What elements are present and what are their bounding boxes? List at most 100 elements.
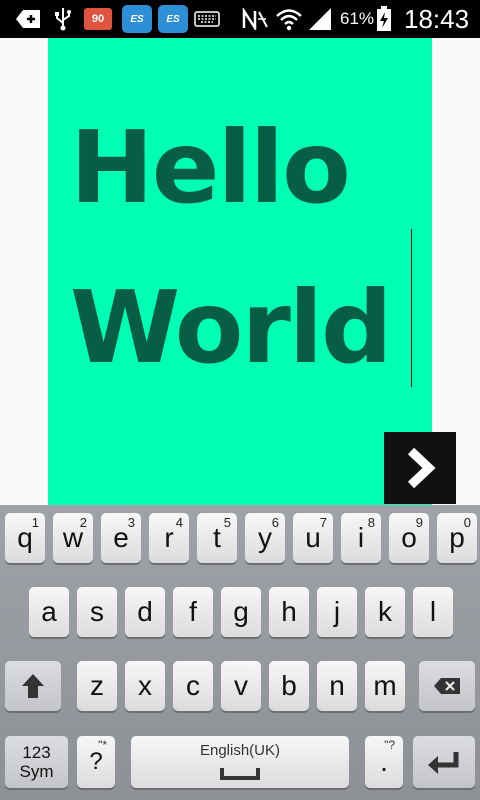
key-number-hint: 1: [31, 515, 39, 530]
space-language-label: English(UK): [199, 742, 281, 759]
add-icon: [14, 6, 42, 32]
key-o[interactable]: o9: [389, 513, 429, 563]
enter-key[interactable]: [413, 736, 475, 788]
space-icon: [220, 768, 260, 780]
key-x[interactable]: x: [125, 661, 165, 711]
key-number-hint: 9: [415, 515, 423, 530]
key-l[interactable]: l: [413, 587, 453, 637]
key-p[interactable]: p0: [437, 513, 477, 563]
key-d[interactable]: d: [125, 587, 165, 637]
key-label: h: [281, 596, 297, 627]
question-key-hint: "*: [98, 738, 107, 752]
symbols-key[interactable]: 123 Sym: [5, 736, 68, 788]
key-s[interactable]: s: [77, 587, 117, 637]
key-label: j: [333, 596, 341, 627]
question-key[interactable]: "*?: [77, 736, 115, 788]
battery-percent: 61%: [340, 9, 375, 28]
soft-keyboard: q 1 w 2 e 3 r 4 t 5 y 6 u 7 i 8 o 9 p 0 a s d f g h j k l z x c v b n m 123 S…: [0, 505, 480, 800]
sym-label-2: Sym: [19, 762, 54, 781]
text-line-1: Hello: [70, 109, 351, 226]
hello-world-text[interactable]: Hello World: [70, 88, 430, 408]
key-h[interactable]: h: [269, 587, 309, 637]
key-label: x: [138, 670, 152, 701]
key-label: a: [41, 596, 57, 627]
key-label: g: [233, 596, 249, 627]
key-c[interactable]: c: [173, 661, 213, 711]
key-n[interactable]: n: [317, 661, 357, 711]
key-label: t: [213, 522, 221, 553]
key-label: b: [281, 670, 297, 701]
sym-label-1: 123: [22, 743, 51, 762]
key-r[interactable]: r4: [149, 513, 189, 563]
signal-icon: [306, 6, 334, 32]
key-label: v: [234, 670, 248, 701]
usb-icon: [52, 6, 74, 32]
key-label: y: [258, 522, 272, 553]
chevron-right-icon: [407, 447, 436, 489]
key-label: l: [429, 596, 437, 627]
key-number-hint: 8: [367, 515, 375, 530]
key-label: q: [17, 522, 33, 553]
key-label: n: [329, 670, 345, 701]
key-v[interactable]: v: [221, 661, 261, 711]
shift-icon: [22, 674, 44, 698]
status-bar: 90 ES ES 61% 18:43: [0, 0, 480, 38]
period-key-hint: "?: [384, 738, 395, 752]
key-g[interactable]: g: [221, 587, 261, 637]
key-k[interactable]: k: [365, 587, 405, 637]
wifi-icon: [274, 6, 304, 32]
key-b[interactable]: b: [269, 661, 309, 711]
key-number-hint: 5: [223, 515, 231, 530]
key-number-hint: 2: [79, 515, 87, 530]
key-label: i: [357, 522, 365, 553]
text-line-2: World: [70, 269, 393, 386]
key-label: m: [373, 670, 397, 701]
space-key[interactable]: English(UK): [131, 736, 349, 788]
key-label: s: [90, 596, 104, 627]
clock: 18:43: [404, 4, 470, 34]
key-number-hint: 6: [271, 515, 279, 530]
key-number-hint: 0: [463, 515, 471, 530]
key-number-hint: 3: [127, 515, 135, 530]
key-label: k: [378, 596, 392, 627]
text-cursor: [411, 229, 412, 387]
key-label: f: [189, 596, 197, 627]
key-label: e: [113, 522, 129, 553]
key-label: ?: [89, 748, 103, 775]
key-label: p: [449, 522, 465, 553]
key-w[interactable]: w2: [53, 513, 93, 563]
backspace-key[interactable]: [419, 661, 475, 711]
key-label: z: [90, 670, 104, 701]
key-e[interactable]: e3: [101, 513, 141, 563]
key-number-hint: 4: [175, 515, 183, 530]
battery-charging-icon: [374, 6, 394, 32]
key-label: o: [401, 522, 417, 553]
key-number-hint: 7: [319, 515, 327, 530]
keyboard-icon: [194, 6, 220, 32]
key-a[interactable]: a: [29, 587, 69, 637]
enter-icon: [428, 752, 459, 774]
key-m[interactable]: m: [365, 661, 405, 711]
period-key[interactable]: "?.: [365, 736, 403, 788]
nfc-muted-icon: [240, 6, 270, 32]
key-label: r: [164, 522, 174, 553]
hello-world-card: Hello World: [48, 38, 432, 505]
key-q[interactable]: q1: [5, 513, 45, 563]
es-file-explorer-icon: ES: [158, 5, 188, 33]
key-label: c: [186, 670, 200, 701]
shift-key[interactable]: [5, 661, 61, 711]
key-label: u: [305, 522, 321, 553]
screen: 90 ES ES 61% 18:43 Hello World q1w2e3r4t…: [0, 0, 480, 800]
key-j[interactable]: j: [317, 587, 357, 637]
key-z[interactable]: z: [77, 661, 117, 711]
key-t[interactable]: t5: [197, 513, 237, 563]
key-f[interactable]: f: [173, 587, 213, 637]
key-y[interactable]: y6: [245, 513, 285, 563]
es-file-explorer-icon: ES: [122, 5, 152, 33]
next-button[interactable]: [384, 432, 456, 504]
notification-badge: 90: [84, 8, 112, 30]
key-label: d: [137, 596, 153, 627]
backspace-icon: [434, 678, 460, 694]
key-i[interactable]: i8: [341, 513, 381, 563]
key-u[interactable]: u7: [293, 513, 333, 563]
